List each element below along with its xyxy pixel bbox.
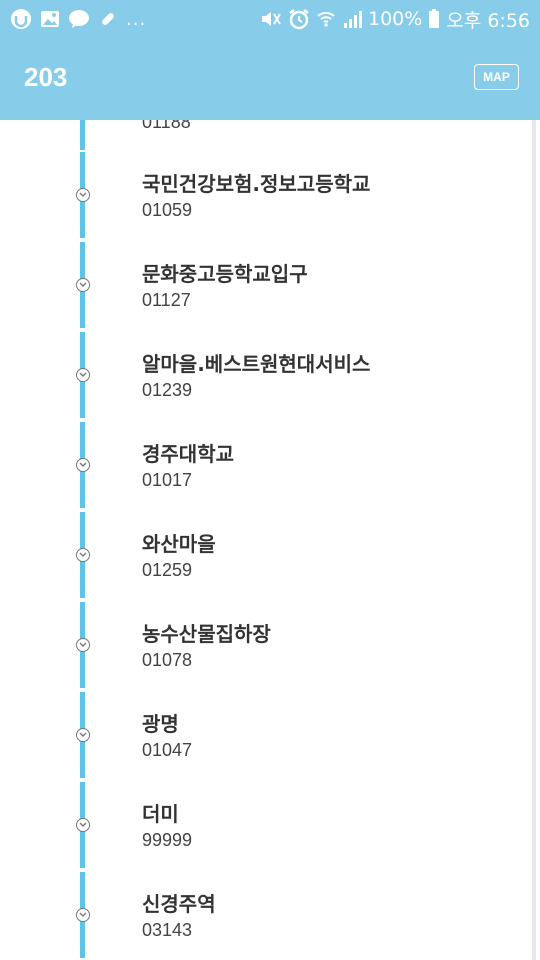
stop-name: 더미 (142, 802, 179, 826)
stop-id: 01188 (142, 120, 191, 132)
notification-icons: ... (10, 8, 146, 30)
cloud-app-icon (10, 8, 32, 30)
chevron-down-icon[interactable] (76, 368, 90, 382)
stop-id: 01239 (142, 380, 193, 400)
stop-item[interactable]: 와산마을 01259 (0, 510, 520, 600)
image-icon (40, 10, 60, 28)
route-line-segment (80, 120, 85, 150)
stop-item[interactable]: 01188 (0, 120, 520, 152)
stop-list[interactable]: 01188 국민건강보험.정보고등학교 01059 문화중고등학교입구 0112… (0, 120, 540, 960)
stop-name: 농수산물집하장 (142, 622, 271, 646)
stop-item[interactable]: 알마을.베스트원현대서비스 01239 (0, 330, 520, 420)
scrollbar[interactable] (532, 120, 536, 960)
signal-icon (342, 9, 362, 29)
chevron-down-icon[interactable] (76, 278, 90, 292)
stop-id: 01017 (142, 470, 193, 490)
chevron-down-icon[interactable] (76, 638, 90, 652)
stop-id: 01047 (142, 740, 193, 760)
route-number-title: 203 (24, 62, 68, 92)
clock: 오후 6:56 (446, 9, 530, 32)
chevron-down-icon[interactable] (76, 818, 90, 832)
stop-item[interactable]: 광명 01047 (0, 690, 520, 780)
stop-name: 국민건강보험.정보고등학교 (142, 172, 371, 196)
chevron-down-icon[interactable] (76, 908, 90, 922)
chevron-down-icon[interactable] (76, 458, 90, 472)
stop-id: 01059 (142, 200, 193, 220)
app-bar: 203 MAP (0, 38, 540, 120)
map-button[interactable]: MAP (474, 64, 519, 90)
stop-id: 01078 (142, 650, 193, 670)
battery-percent: 100% (368, 8, 423, 30)
stop-name: 경주대학교 (142, 442, 234, 466)
stop-item[interactable]: 농수산물집하장 01078 (0, 600, 520, 690)
chevron-down-icon[interactable] (76, 548, 90, 562)
alarm-icon (288, 8, 310, 30)
battery-icon (428, 9, 440, 29)
stop-name: 광명 (142, 712, 179, 736)
stop-id: 99999 (142, 830, 193, 850)
talk-icon (68, 9, 90, 29)
stop-item[interactable]: 신경주역 03143 (0, 870, 520, 960)
pill-icon (98, 9, 118, 29)
wifi-icon (316, 9, 336, 29)
more-notifications: ... (126, 8, 147, 30)
stop-name: 와산마을 (142, 532, 216, 556)
stop-id: 01259 (142, 560, 193, 580)
stop-name: 알마을.베스트원현대서비스 (142, 352, 371, 376)
stop-name: 문화중고등학교입구 (142, 262, 308, 286)
status-bar: ... 100% 오후 6:56 (0, 0, 540, 38)
stop-item[interactable]: 더미 99999 (0, 780, 520, 870)
stop-item[interactable]: 경주대학교 01017 (0, 420, 520, 510)
chevron-down-icon[interactable] (76, 728, 90, 742)
mute-icon (260, 9, 282, 29)
stop-id: 01127 (142, 290, 191, 310)
stop-item[interactable]: 문화중고등학교입구 01127 (0, 240, 520, 330)
stop-name: 신경주역 (142, 892, 216, 916)
stop-id: 03143 (142, 920, 193, 940)
system-status: 100% 오후 6:56 (260, 6, 530, 32)
chevron-down-icon[interactable] (76, 188, 90, 202)
stop-item[interactable]: 국민건강보험.정보고등학교 01059 (0, 150, 520, 240)
